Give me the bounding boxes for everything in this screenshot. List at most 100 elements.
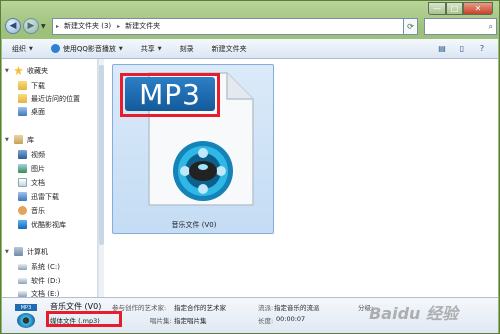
- breadcrumb-segment[interactable]: 新建文件夹: [125, 21, 160, 31]
- breadcrumb-arrow-icon[interactable]: ▸: [117, 23, 120, 30]
- navigation-pane: ▼ 收藏夹 下载 最近访问的位置 桌面 ▼ 库 视频 图片 文档 迅雷下载 音乐…: [2, 59, 98, 297]
- recent-places-icon: [18, 94, 27, 103]
- sidebar-item-desktop[interactable]: 桌面: [18, 106, 45, 117]
- refresh-button[interactable]: ⟳: [404, 17, 418, 35]
- details-pane: MP3 音乐文件 (V0) 媒体文件 (.mp3) 参与创作的艺术家: 指定合作…: [2, 297, 498, 333]
- breadcrumb-segment[interactable]: 新建文件夹 (3): [64, 21, 111, 31]
- chevron-down-icon: ▼: [118, 45, 123, 52]
- organize-label: 组织: [12, 44, 26, 53]
- search-icon[interactable]: ⌕: [489, 22, 493, 32]
- address-field[interactable]: ▸ 新建文件夹 (3) ▸ 新建文件夹: [52, 17, 404, 35]
- sidebar-item-label: 库: [27, 135, 34, 144]
- sidebar-item-drive-c[interactable]: 系统 (C:): [18, 261, 60, 272]
- sidebar-item-thunder[interactable]: 迅雷下载: [18, 191, 59, 202]
- expand-icon[interactable]: ▼: [5, 249, 12, 255]
- length-value: 00:00:07: [276, 315, 306, 323]
- sidebar-item-label: 下载: [31, 81, 45, 90]
- file-item-mp3[interactable]: MP3 音乐文件 (V0): [112, 64, 274, 234]
- drive-icon: [18, 277, 27, 284]
- burn-label: 刻录: [179, 44, 194, 53]
- sidebar-item-label: 桌面: [31, 107, 45, 116]
- forward-button[interactable]: ▶: [23, 18, 39, 34]
- qq-play-label: 使用QQ影音播放: [62, 44, 116, 53]
- drive-icon: [18, 290, 27, 297]
- sidebar-item-libraries[interactable]: ▼ 库: [5, 134, 34, 145]
- chevron-down-icon: ▼: [29, 45, 33, 52]
- new-folder-label: 新建文件夹: [211, 44, 247, 53]
- drive-icon: [18, 263, 27, 270]
- breadcrumb-root-arrow-icon[interactable]: ▸: [56, 23, 59, 30]
- sidebar-item-label: 图片: [31, 164, 45, 173]
- sidebar-item-label: 优酷影视库: [31, 220, 66, 229]
- genre-value[interactable]: 指定音乐的流派: [274, 302, 320, 312]
- picture-library-icon: [18, 164, 27, 173]
- view-options-icon[interactable]: ▤: [436, 43, 448, 54]
- video-library-icon: [18, 150, 27, 159]
- desktop-icon: [18, 107, 27, 116]
- file-list: MP3 音乐文件 (V0): [104, 59, 498, 297]
- expand-icon[interactable]: ▼: [5, 68, 12, 74]
- genre-label: 流派:: [258, 304, 274, 312]
- highlight-box: [46, 311, 122, 327]
- sidebar-item-drive-d[interactable]: 软件 (D:): [18, 275, 60, 286]
- sidebar-item-label: 收藏夹: [27, 66, 48, 75]
- command-bar: 组织 ▼ 使用QQ影音播放 ▼ 共享 ▼ 刻录 新建文件夹 ▤ ▯ ?: [2, 39, 498, 59]
- highlight-box: [120, 73, 220, 117]
- share-label: 共享: [140, 44, 155, 53]
- document-library-icon: [18, 178, 27, 187]
- star-icon: [14, 66, 23, 75]
- back-button[interactable]: ◀: [5, 18, 21, 34]
- window-controls: — □ ✕: [428, 2, 493, 15]
- preview-pane-icon[interactable]: ▯: [456, 43, 468, 54]
- downloads-folder-icon: [18, 81, 27, 90]
- sidebar-item-youku[interactable]: 优酷影视库: [18, 219, 66, 230]
- sidebar-item-label: 视频: [31, 150, 45, 159]
- file-name[interactable]: 音乐文件 (V0): [113, 220, 275, 230]
- search-input[interactable]: ⌕: [424, 17, 497, 35]
- sidebar-item-label: 软件 (D:): [31, 276, 61, 285]
- contrib-artist-label: 参与创作的艺术家:: [112, 304, 167, 312]
- forward-arrow-icon: ▶: [27, 21, 35, 31]
- sidebar-item-label: 文档 (E:): [31, 289, 60, 298]
- sidebar-item-videos[interactable]: 视频: [18, 149, 45, 160]
- sidebar-item-favorites[interactable]: ▼ 收藏夹: [5, 65, 48, 76]
- length-label: 长度:: [258, 317, 274, 325]
- address-bar-row: ◀ ▶ ▼ ▸ 新建文件夹 (3) ▸ 新建文件夹 ⟳ ⌕: [5, 16, 497, 36]
- library-icon: [14, 135, 23, 144]
- help-icon[interactable]: ?: [476, 43, 488, 54]
- refresh-icon: ⟳: [407, 21, 414, 31]
- close-button[interactable]: ✕: [463, 2, 493, 15]
- maximize-button[interactable]: □: [446, 2, 463, 15]
- minimize-button[interactable]: —: [428, 2, 446, 15]
- expand-icon[interactable]: ▼: [5, 137, 12, 143]
- sidebar-item-recent[interactable]: 最近访问的位置: [18, 93, 80, 104]
- file-thumbnail-icon: MP3: [12, 301, 40, 329]
- sidebar-item-pictures[interactable]: 图片: [18, 163, 45, 174]
- share-button[interactable]: 共享 ▼: [141, 44, 162, 54]
- sidebar-item-downloads[interactable]: 下载: [18, 80, 45, 91]
- sidebar-item-drive-e[interactable]: 文档 (E:): [18, 288, 59, 297]
- contrib-artist-value[interactable]: 指定合作的艺术家: [174, 302, 226, 312]
- explorer-window: — □ ✕ ◀ ▶ ▼ ▸ 新建文件夹 (3) ▸ 新建文件夹 ⟳ ⌕ 组织 ▼…: [0, 0, 500, 334]
- sidebar-item-computer[interactable]: ▼ 计算机: [5, 246, 48, 257]
- thunder-download-icon: [18, 192, 27, 201]
- thumbnail-badge: MP3: [15, 304, 37, 311]
- sidebar-item-label: 系统 (C:): [31, 262, 60, 271]
- sidebar-item-documents[interactable]: 文档: [18, 177, 45, 188]
- sidebar-item-label: 计算机: [27, 247, 48, 256]
- sidebar-item-label: 最近访问的位置: [31, 94, 80, 103]
- baidu-watermark: Baidu 经验: [369, 304, 458, 323]
- burn-button[interactable]: 刻录: [180, 44, 194, 54]
- new-folder-button[interactable]: 新建文件夹: [212, 44, 247, 54]
- computer-icon: [14, 247, 23, 256]
- back-arrow-icon: ◀: [9, 21, 17, 31]
- album-value[interactable]: 指定唱片集: [174, 315, 207, 325]
- sidebar-item-music[interactable]: 音乐: [18, 205, 45, 216]
- history-dropdown-icon[interactable]: ▼: [41, 23, 49, 30]
- chevron-down-icon: ▼: [157, 45, 162, 52]
- film-reel-icon: [17, 313, 35, 328]
- organize-button[interactable]: 组织 ▼: [12, 44, 33, 54]
- sidebar-item-label: 文档: [31, 178, 45, 187]
- qq-play-button[interactable]: 使用QQ影音播放 ▼: [50, 44, 123, 54]
- album-label: 唱片集:: [150, 317, 172, 325]
